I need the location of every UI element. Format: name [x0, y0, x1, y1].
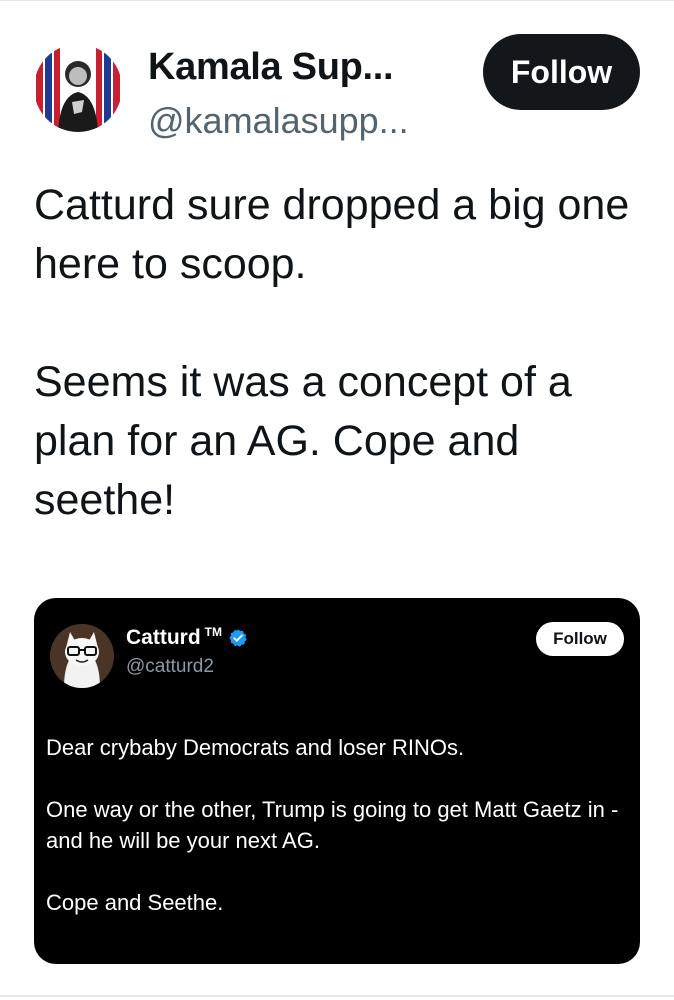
- follow-button[interactable]: Follow: [483, 34, 640, 110]
- quoted-post-card[interactable]: Catturd TM @catturd2 Follow Dear crybaby…: [34, 598, 640, 964]
- quoted-author-name-row[interactable]: Catturd TM: [126, 625, 248, 650]
- author-name[interactable]: Kamala Sup...: [148, 46, 394, 89]
- quoted-paragraph: Dear crybaby Democrats and loser RINOs.: [46, 735, 465, 760]
- quoted-follow-button[interactable]: Follow: [536, 622, 624, 656]
- post-paragraph: Catturd sure dropped a big one here to s…: [34, 181, 630, 288]
- post-header: Kamala Sup... @kamalasupp... Follow: [34, 34, 644, 141]
- quoted-author-handle[interactable]: @catturd2: [126, 656, 214, 678]
- author-handle[interactable]: @kamalasupp...: [148, 100, 409, 142]
- quoted-author-name[interactable]: Catturd: [126, 626, 201, 650]
- quoted-paragraph: One way or the other, Trump is going to …: [46, 797, 619, 853]
- post-text: Catturd sure dropped a big one here to s…: [34, 176, 644, 530]
- bottom-divider: [0, 995, 674, 997]
- verified-badge-icon: [229, 629, 247, 647]
- post-paragraph: Seems it was a concept of a plan for an …: [34, 358, 572, 524]
- trademark-mark: TM: [204, 625, 222, 639]
- quoted-post-text: Dear crybaby Democrats and loser RINOs. …: [46, 732, 626, 918]
- quoted-author-avatar[interactable]: [50, 624, 114, 688]
- quoted-paragraph: Cope and Seethe.: [46, 890, 224, 915]
- top-divider: [0, 0, 674, 1]
- author-avatar[interactable]: [34, 44, 122, 132]
